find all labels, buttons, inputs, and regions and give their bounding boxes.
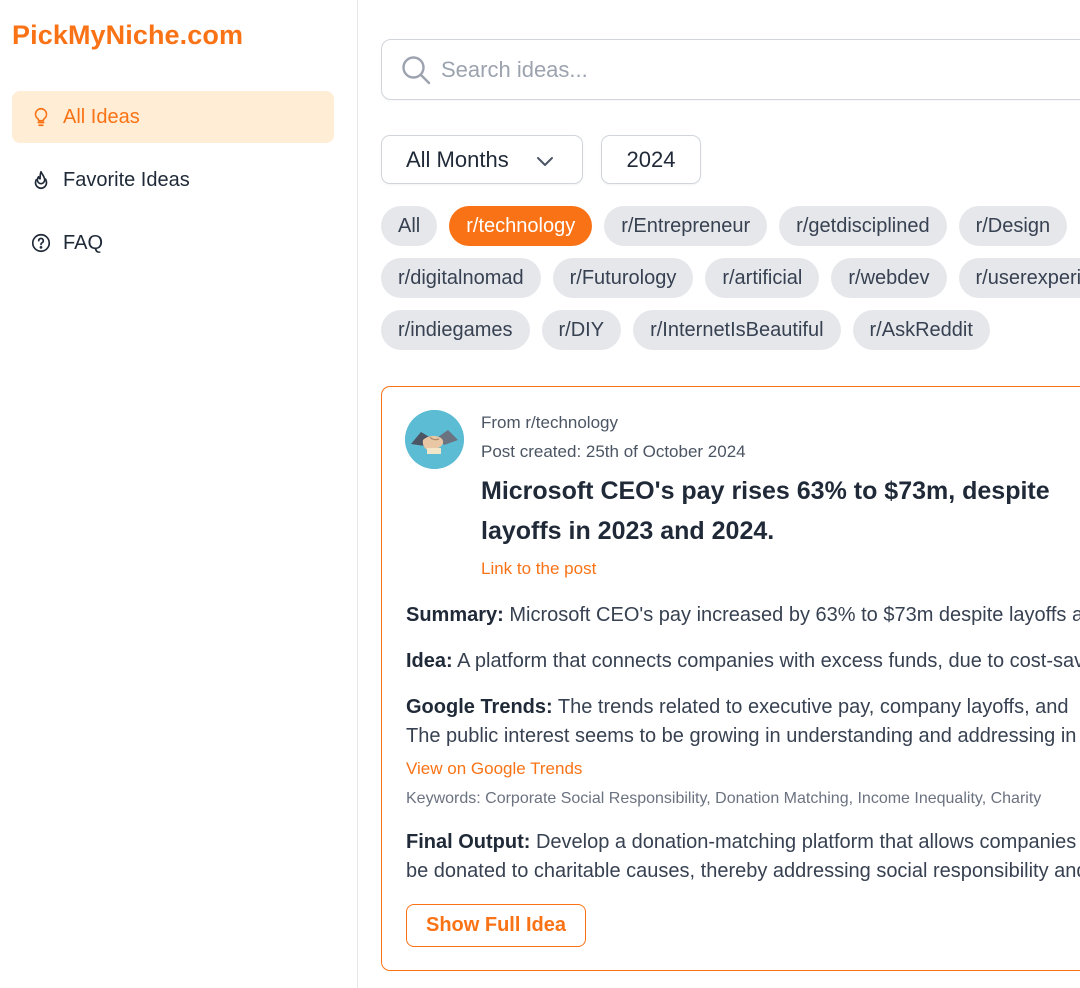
flame-icon: [29, 168, 53, 192]
summary-label: Summary:: [406, 604, 504, 626]
chip-entrepreneur[interactable]: r/Entrepreneur: [604, 206, 768, 246]
chip-indiegames[interactable]: r/indiegames: [381, 310, 530, 350]
summary-text: Summary: Microsoft CEO's pay increased b…: [406, 601, 1080, 630]
sidebar-item-all-ideas[interactable]: All Ideas: [12, 91, 334, 143]
post-source: From r/technology: [481, 413, 618, 432]
keywords: Keywords: Corporate Social Responsibilit…: [406, 790, 1042, 807]
final-output-label: Final Output:: [406, 831, 531, 853]
chip-all[interactable]: All: [381, 206, 438, 246]
final-output-text: Final Output: Develop a donation-matchin…: [406, 828, 1080, 886]
app-root: PickMyNiche.com All Ideas Favorite Ideas: [0, 0, 1080, 988]
chip-internetisbeautiful[interactable]: r/InternetIsBeautiful: [633, 310, 841, 350]
google-trends-link[interactable]: View on Google Trends: [406, 759, 582, 779]
main-content: All Months 2024 All r/technology r/Entre…: [358, 0, 1080, 988]
google-trends-body-2: The public interest seems to be growing …: [406, 725, 1077, 747]
sidebar-item-label: FAQ: [63, 231, 104, 254]
post-link[interactable]: Link to the post: [481, 559, 596, 579]
chip-askreddit[interactable]: r/AskReddit: [852, 310, 990, 350]
handshake-icon: [405, 410, 464, 469]
chip-row: r/indiegames r/DIY r/InternetIsBeautiful…: [381, 310, 990, 350]
sidebar-item-label: Favorite Ideas: [63, 168, 190, 191]
final-output-body: Develop a donation-matching platform tha…: [530, 831, 1077, 853]
chip-diy[interactable]: r/DIY: [541, 310, 622, 350]
google-trends-label: Google Trends:: [406, 696, 553, 718]
summary-body: Microsoft CEO's pay increased by 63% to …: [503, 604, 1080, 626]
search-bar: [381, 39, 1080, 100]
brand-logo[interactable]: PickMyNiche.com: [12, 20, 243, 51]
question-circle-icon: [29, 231, 53, 255]
chip-design[interactable]: r/Design: [958, 206, 1068, 246]
idea-label: Idea:: [406, 650, 453, 672]
chip-technology[interactable]: r/technology: [449, 206, 593, 246]
chevron-down-icon: [534, 150, 556, 172]
month-select-value: All Months: [406, 146, 509, 172]
idea-card: From r/technology Post created: 25th of …: [381, 386, 1080, 971]
chip-row: All r/technology r/Entrepreneur r/getdis…: [381, 206, 1068, 246]
sidebar: PickMyNiche.com All Ideas Favorite Ideas: [0, 0, 358, 988]
final-output-body-2: be donated to charitable causes, thereby…: [406, 860, 1080, 882]
year-select[interactable]: 2024: [601, 135, 701, 184]
idea-title: Microsoft CEO's pay rises 63% to $73m, d…: [481, 477, 1050, 545]
chip-artificial[interactable]: r/artificial: [705, 258, 820, 298]
chip-futurology[interactable]: r/Futurology: [552, 258, 694, 298]
avatar: [405, 410, 464, 469]
chip-digitalnomad[interactable]: r/digitalnomad: [381, 258, 541, 298]
sidebar-item-label: All Ideas: [63, 105, 140, 128]
post-created-date: Post created: 25th of October 2024: [481, 442, 746, 461]
google-trends-body: The trends related to executive pay, com…: [552, 696, 1069, 718]
sidebar-item-favorite-ideas[interactable]: Favorite Ideas: [12, 154, 334, 206]
google-trends-text: Google Trends: The trends related to exe…: [406, 693, 1080, 751]
chip-getdisciplined[interactable]: r/getdisciplined: [779, 206, 947, 246]
search-input[interactable]: [441, 56, 1041, 83]
month-select[interactable]: All Months: [381, 135, 583, 184]
year-select-value: 2024: [626, 146, 676, 172]
idea-body: A platform that connects companies with …: [452, 650, 1080, 672]
idea-text: Idea: A platform that connects companies…: [406, 647, 1080, 676]
lightbulb-icon: [29, 105, 53, 129]
sidebar-item-faq[interactable]: FAQ: [12, 217, 334, 269]
chip-userexperience[interactable]: r/userexperience: [958, 258, 1080, 298]
show-full-idea-button[interactable]: Show Full Idea: [406, 904, 586, 947]
chip-row: r/digitalnomad r/Futurology r/artificial…: [381, 258, 1080, 298]
chip-webdev[interactable]: r/webdev: [831, 258, 947, 298]
search-icon: [400, 54, 432, 86]
